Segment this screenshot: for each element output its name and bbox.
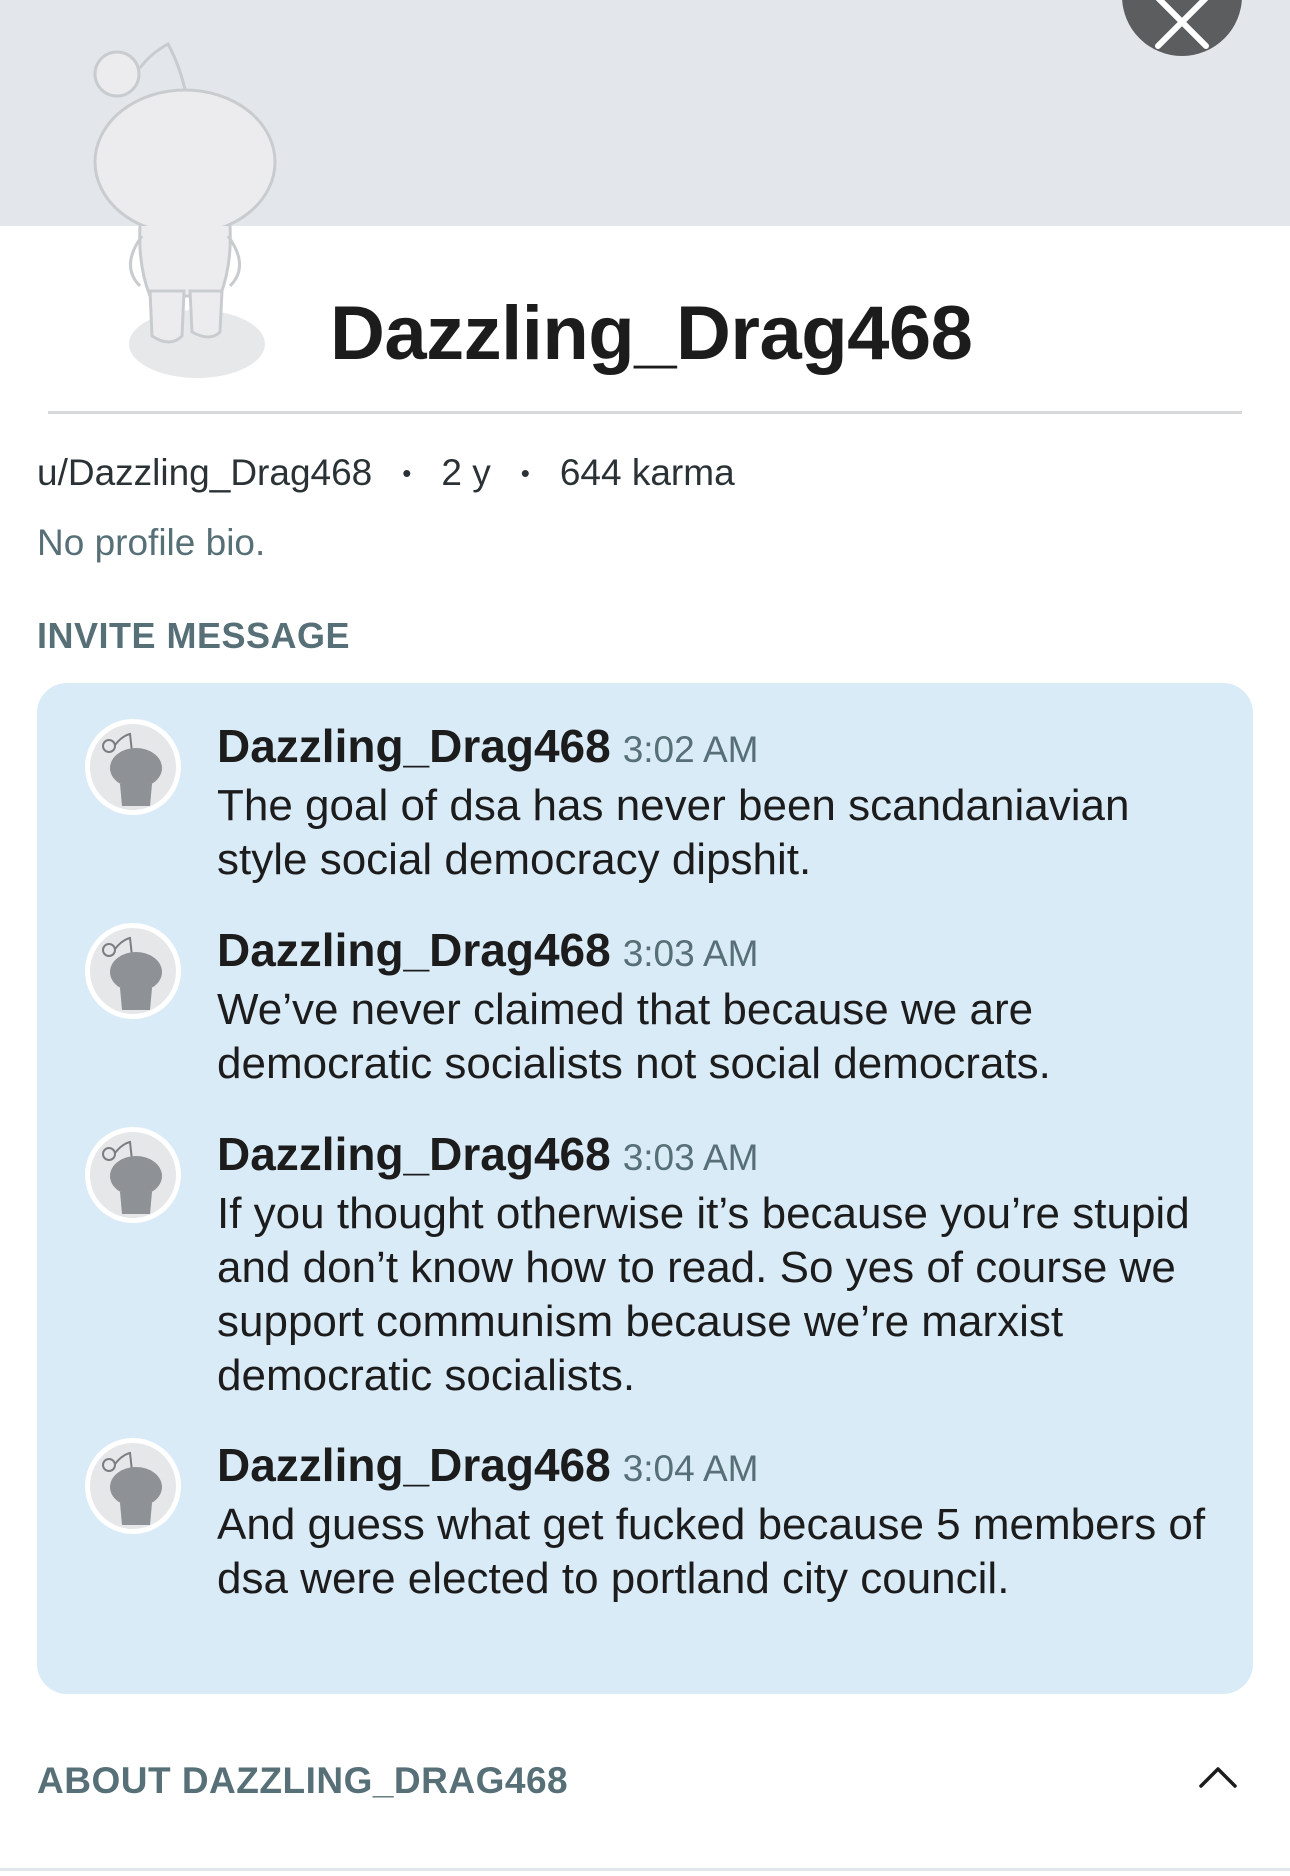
- message-time: 3:03 AM: [622, 1137, 759, 1178]
- invite-message-card: Dazzling_Drag468 3:02 AM The goal of dsa …: [37, 683, 1253, 1694]
- account-age: 2 y: [441, 452, 491, 493]
- karma-count: 644 karma: [559, 452, 735, 493]
- snoo-avatar-icon: [102, 732, 162, 806]
- bottom-divider: [0, 1868, 1290, 1871]
- message-text: We’ve never claimed that because we are …: [217, 985, 1051, 1088]
- message-header: Dazzling_Drag468 3:03 AM: [217, 923, 758, 977]
- message-author[interactable]: Dazzling_Drag468: [217, 720, 611, 772]
- meta-separator: •: [402, 457, 412, 488]
- message-text: And guess what get fucked because 5 memb…: [217, 1500, 1206, 1603]
- message-header: Dazzling_Drag468 3:04 AM: [217, 1438, 758, 1492]
- header-divider: [48, 411, 1242, 414]
- chevron-up-icon[interactable]: [1198, 1764, 1238, 1790]
- message-text: If you thought otherwise it’s because yo…: [217, 1189, 1190, 1400]
- message-text: The goal of dsa has never been scandania…: [217, 781, 1130, 884]
- meta-separator: •: [520, 457, 530, 488]
- profile-display-name: Dazzling_Drag468: [330, 291, 973, 376]
- snoo-avatar-icon: [102, 936, 162, 1010]
- message-time: 3:04 AM: [622, 1448, 759, 1489]
- message-author[interactable]: Dazzling_Drag468: [217, 924, 611, 976]
- profile-handle[interactable]: u/Dazzling_Drag468: [37, 452, 372, 494]
- message-header: Dazzling_Drag468 3:03 AM: [217, 1127, 758, 1181]
- avatar[interactable]: [85, 1438, 181, 1534]
- profile-meta: u/Dazzling_Drag468 • 2 y • 644 karma: [37, 452, 735, 494]
- close-icon: [1155, 0, 1209, 49]
- about-section-toggle[interactable]: ABOUT DAZZLING_DRAG468: [37, 1760, 568, 1802]
- message-author[interactable]: Dazzling_Drag468: [217, 1439, 611, 1491]
- profile-bio: No profile bio.: [37, 522, 266, 563]
- avatar[interactable]: [85, 1127, 181, 1223]
- snoo-avatar-icon: [102, 1140, 162, 1214]
- message-author[interactable]: Dazzling_Drag468: [217, 1128, 611, 1180]
- invite-message-heading: INVITE MESSAGE: [37, 615, 351, 656]
- avatar[interactable]: [85, 719, 181, 815]
- avatar[interactable]: [85, 923, 181, 1019]
- message-header: Dazzling_Drag468 3:02 AM: [217, 719, 758, 773]
- message-time: 3:02 AM: [622, 729, 759, 770]
- snoo-avatar-icon: [93, 41, 277, 378]
- message-time: 3:03 AM: [622, 933, 759, 974]
- snoo-avatar-icon: [102, 1451, 162, 1525]
